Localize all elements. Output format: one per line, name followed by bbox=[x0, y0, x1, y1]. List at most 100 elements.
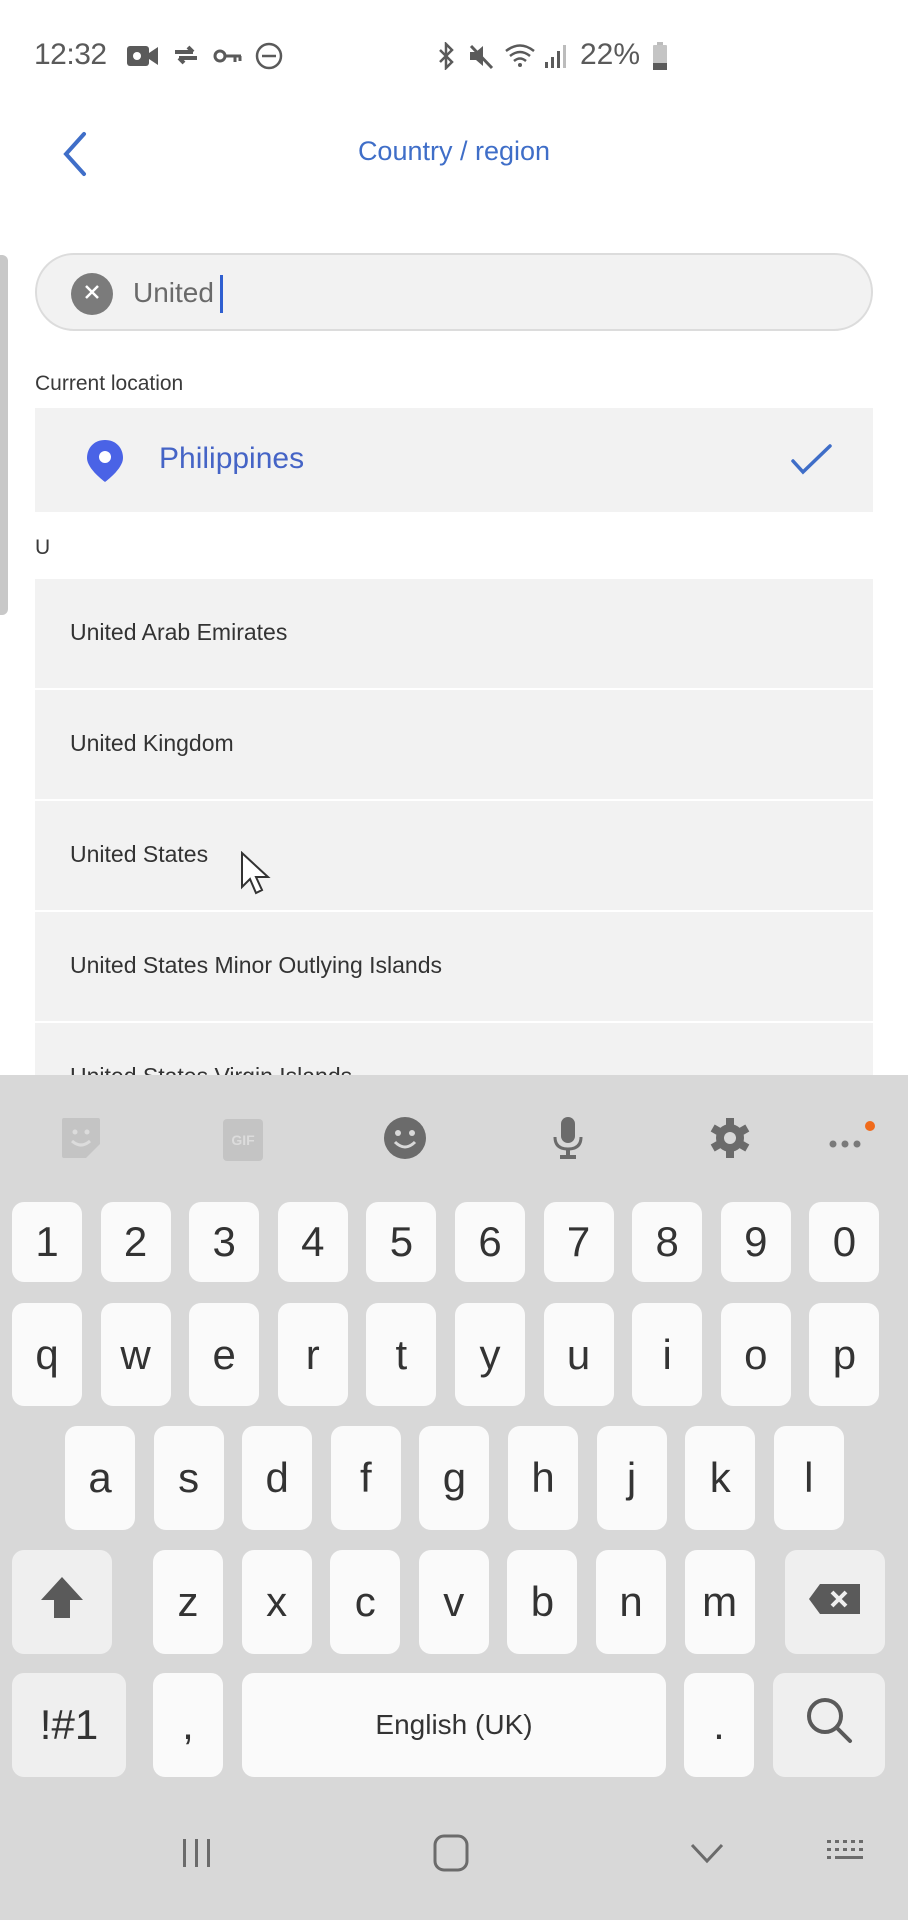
list-item[interactable]: United Arab Emirates bbox=[35, 579, 873, 688]
key-q[interactable]: q bbox=[12, 1303, 82, 1406]
key-9[interactable]: 9 bbox=[720, 1202, 791, 1282]
key-w[interactable]: w bbox=[100, 1303, 171, 1406]
key-label: r bbox=[305, 1330, 320, 1378]
key-y[interactable]: y bbox=[455, 1303, 525, 1406]
sticker-button[interactable] bbox=[51, 1110, 111, 1170]
key-7[interactable]: 7 bbox=[543, 1202, 614, 1282]
key-1[interactable]: 1 bbox=[12, 1202, 82, 1282]
key-0[interactable]: 0 bbox=[809, 1202, 880, 1282]
current-location-label: Current location bbox=[35, 372, 184, 395]
backspace-key[interactable] bbox=[785, 1550, 885, 1654]
key-label: q bbox=[35, 1330, 59, 1378]
key-d[interactable]: d bbox=[242, 1426, 313, 1530]
key-label: w bbox=[120, 1330, 151, 1378]
close-icon bbox=[83, 283, 101, 305]
key-label: n bbox=[619, 1578, 643, 1625]
keyboard-settings-button[interactable] bbox=[700, 1110, 760, 1170]
key-z[interactable]: z bbox=[153, 1550, 223, 1654]
key-a[interactable]: a bbox=[65, 1426, 135, 1530]
video-record-icon bbox=[126, 42, 160, 70]
key-n[interactable]: n bbox=[596, 1550, 666, 1654]
key-c[interactable]: c bbox=[330, 1550, 401, 1654]
key-x[interactable]: x bbox=[241, 1550, 312, 1654]
list-item[interactable]: United Kingdom bbox=[35, 690, 873, 799]
recent-apps-button[interactable] bbox=[157, 1825, 237, 1885]
key-label: i bbox=[662, 1330, 672, 1378]
key-g[interactable]: g bbox=[419, 1426, 490, 1530]
list-item-label: United States bbox=[70, 841, 209, 867]
key-label: English (UK) bbox=[375, 1709, 533, 1740]
current-location-item[interactable]: Philippines bbox=[35, 408, 873, 512]
clear-search-button[interactable] bbox=[71, 273, 113, 315]
key-t[interactable]: t bbox=[366, 1303, 437, 1406]
key-p[interactable]: p bbox=[809, 1303, 880, 1406]
key-8[interactable]: 8 bbox=[632, 1202, 703, 1282]
keyboard-switch-button[interactable] bbox=[806, 1825, 886, 1885]
key-label: d bbox=[265, 1454, 289, 1501]
key-u[interactable]: u bbox=[543, 1303, 614, 1406]
key-b[interactable]: b bbox=[507, 1550, 578, 1654]
key-label: c bbox=[354, 1578, 376, 1625]
backspace-icon bbox=[808, 1578, 862, 1626]
status-time: 12:32 bbox=[34, 38, 107, 71]
search-input[interactable] bbox=[133, 269, 833, 317]
key-k[interactable]: k bbox=[685, 1426, 756, 1530]
more-options-button[interactable] bbox=[816, 1110, 876, 1170]
current-location-country: Philippines bbox=[159, 442, 305, 475]
key-label: 7 bbox=[566, 1218, 591, 1265]
search-icon bbox=[804, 1695, 854, 1755]
hide-keyboard-button[interactable] bbox=[667, 1825, 747, 1885]
emoji-icon bbox=[383, 1116, 427, 1164]
text-caret bbox=[220, 275, 223, 313]
key-4[interactable]: 4 bbox=[277, 1202, 348, 1282]
do-not-disturb-icon bbox=[254, 42, 284, 70]
signal-icon bbox=[542, 42, 568, 70]
search-bar[interactable] bbox=[35, 253, 873, 331]
list-item[interactable]: United States Virgin Islands bbox=[35, 1023, 873, 1075]
key-label: g bbox=[442, 1454, 467, 1501]
comma-key[interactable]: , bbox=[153, 1673, 223, 1777]
list-item-label: United States Virgin Islands bbox=[70, 1063, 352, 1075]
gif-button[interactable]: GIF bbox=[213, 1110, 273, 1170]
list-item-label: United Arab Emirates bbox=[70, 619, 288, 645]
settings-icon bbox=[708, 1116, 752, 1164]
key-label: 1 bbox=[35, 1218, 59, 1265]
key-v[interactable]: v bbox=[418, 1550, 489, 1654]
list-item[interactable]: United States Minor Outlying Islands bbox=[35, 912, 873, 1021]
key-label: t bbox=[395, 1330, 408, 1378]
scrollbar[interactable] bbox=[0, 255, 8, 615]
key-label: y bbox=[479, 1330, 501, 1378]
home-button[interactable] bbox=[411, 1825, 491, 1885]
space-key[interactable]: English (UK) bbox=[242, 1673, 666, 1777]
period-key[interactable]: . bbox=[684, 1673, 754, 1777]
shift-key[interactable] bbox=[12, 1550, 112, 1654]
key-5[interactable]: 5 bbox=[366, 1202, 437, 1282]
symbols-key[interactable]: !#1 bbox=[12, 1673, 126, 1777]
key-3[interactable]: 3 bbox=[189, 1202, 260, 1282]
key-m[interactable]: m bbox=[684, 1550, 755, 1654]
search-key[interactable] bbox=[773, 1673, 885, 1777]
emoji-button[interactable] bbox=[375, 1110, 435, 1170]
key-j[interactable]: j bbox=[596, 1426, 667, 1530]
key-6[interactable]: 6 bbox=[455, 1202, 525, 1282]
key-e[interactable]: e bbox=[189, 1303, 260, 1406]
key-l[interactable]: l bbox=[773, 1426, 844, 1530]
list-item[interactable]: United States bbox=[35, 801, 873, 910]
key-2[interactable]: 2 bbox=[100, 1202, 171, 1282]
key-o[interactable]: o bbox=[720, 1303, 791, 1406]
voice-input-button[interactable] bbox=[538, 1110, 598, 1170]
key-i[interactable]: i bbox=[632, 1303, 703, 1406]
key-label: 0 bbox=[832, 1218, 857, 1265]
key-label: m bbox=[702, 1578, 738, 1625]
key-label: p bbox=[832, 1330, 857, 1378]
key-f[interactable]: f bbox=[330, 1426, 401, 1530]
key-label: j bbox=[626, 1454, 637, 1501]
keyboard-switch-icon bbox=[825, 1838, 867, 1872]
key-label: f bbox=[359, 1454, 372, 1501]
key-r[interactable]: r bbox=[277, 1303, 348, 1406]
key-label: z bbox=[177, 1578, 199, 1625]
key-h[interactable]: h bbox=[508, 1426, 578, 1530]
bluetooth-icon bbox=[434, 42, 458, 70]
key-label: !#1 bbox=[39, 1701, 99, 1748]
key-s[interactable]: s bbox=[153, 1426, 224, 1530]
